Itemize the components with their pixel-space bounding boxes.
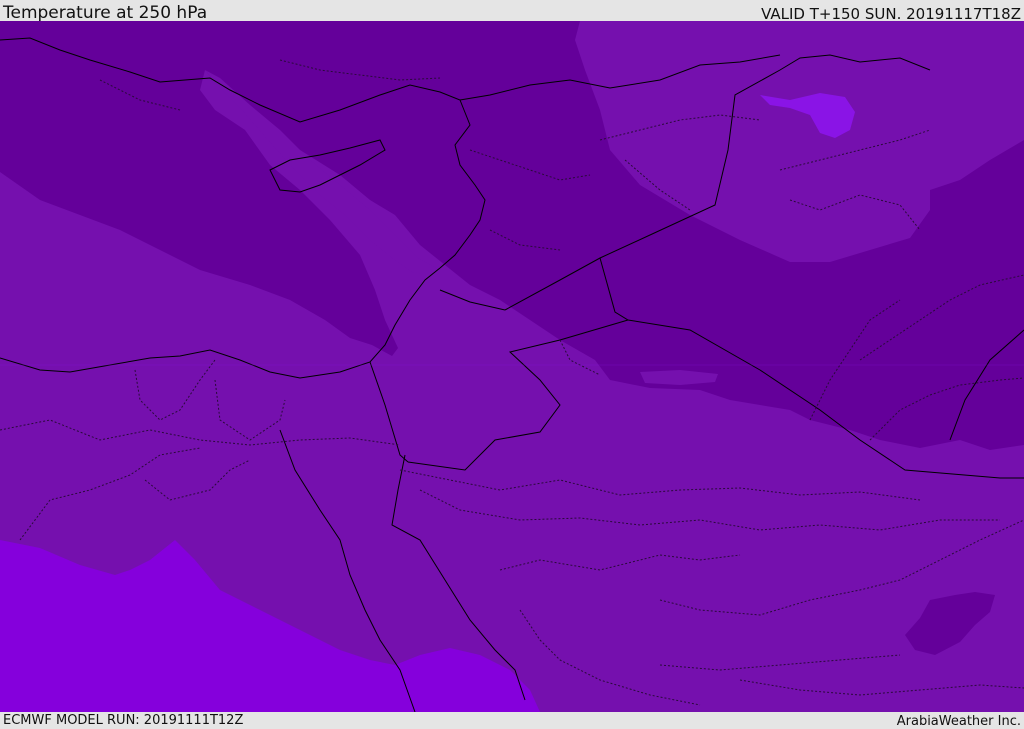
model-run: ECMWF MODEL RUN: 20191111T12Z — [3, 713, 244, 728]
footer-bar: ECMWF MODEL RUN: 20191111T12Z ArabiaWeat… — [0, 712, 1024, 729]
header-bar: Temperature at 250 hPa VALID T+150 SUN. … — [0, 0, 1024, 23]
credit-text: ArabiaWeather Inc. — [896, 714, 1021, 729]
map-svg — [0, 21, 1024, 712]
map-canvas — [0, 21, 1024, 712]
weather-map-frame: Temperature at 250 hPa VALID T+150 SUN. … — [0, 0, 1024, 729]
